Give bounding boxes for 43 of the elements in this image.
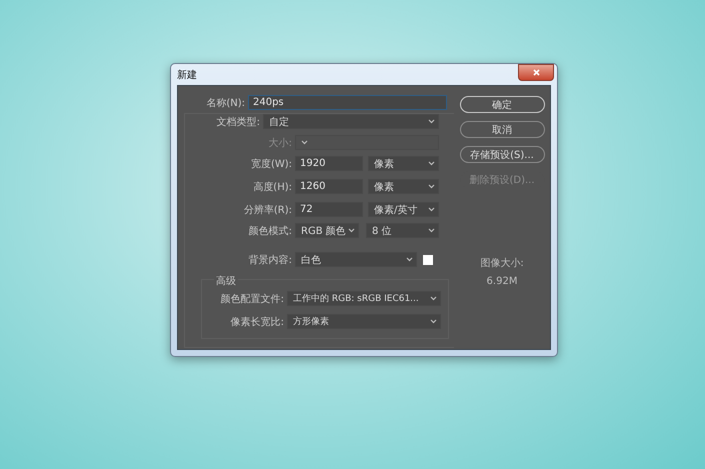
chevron-down-icon [428, 184, 435, 189]
input-field[interactable]: 72 [295, 202, 363, 217]
dropdown[interactable]: 工作中的 RGB: sRGB IEC61... [287, 291, 441, 306]
chevron-down-icon [428, 161, 435, 166]
dialog-button[interactable]: 取消 [460, 121, 544, 138]
chevron-down-icon [428, 228, 435, 233]
image-size-value: 6.92M [486, 276, 518, 287]
field-label: 名称(N): [205, 96, 245, 110]
dropdown[interactable]: 白色 [295, 252, 417, 267]
chevron-down-icon [301, 140, 308, 145]
chevron-down-icon [348, 228, 355, 233]
field-label: 文档类型: [216, 116, 260, 128]
dialog-button[interactable]: 存储预设(S)... [460, 146, 544, 163]
input-field[interactable]: 1920 [295, 156, 363, 171]
dialog-button[interactable]: 确定 [460, 96, 544, 113]
field-label: 颜色配置文件: [220, 292, 284, 306]
name-field[interactable]: 240ps [248, 95, 447, 110]
unit-dropdown[interactable]: 像素/英寸 [368, 202, 439, 217]
field-label: 颜色模式: [248, 224, 292, 238]
field-label: 像素长宽比: [230, 316, 284, 328]
chevron-down-icon [406, 257, 413, 262]
group-title: 高级 [214, 274, 238, 288]
chevron-down-icon [428, 207, 435, 212]
field-label: 背景内容: [248, 254, 292, 266]
color-swatch[interactable] [423, 254, 433, 264]
dropdown[interactable]: 8 位 [366, 223, 439, 238]
dropdown[interactable]: RGB 颜色 [295, 223, 359, 238]
chevron-down-icon [428, 119, 435, 124]
close-button[interactable] [518, 64, 554, 81]
unit-dropdown[interactable]: 像素 [368, 179, 439, 194]
chevron-down-icon [430, 296, 437, 301]
unit-dropdown[interactable]: 像素 [368, 156, 439, 171]
dropdown[interactable]: 自定 [263, 114, 439, 129]
dropdown[interactable]: 方形像素 [287, 314, 441, 329]
field-label: 分辨率(R): [242, 204, 292, 216]
input-field[interactable]: 1260 [295, 179, 363, 194]
image-size-label: 图像大小: [480, 256, 524, 270]
field-label: 大小: [268, 136, 292, 150]
field-label: 宽度(W): [250, 158, 292, 170]
field-label: 高度(H): [252, 180, 292, 194]
close-icon [532, 69, 540, 76]
chevron-down-icon [430, 319, 437, 324]
window-title: 新建 [177, 68, 197, 82]
